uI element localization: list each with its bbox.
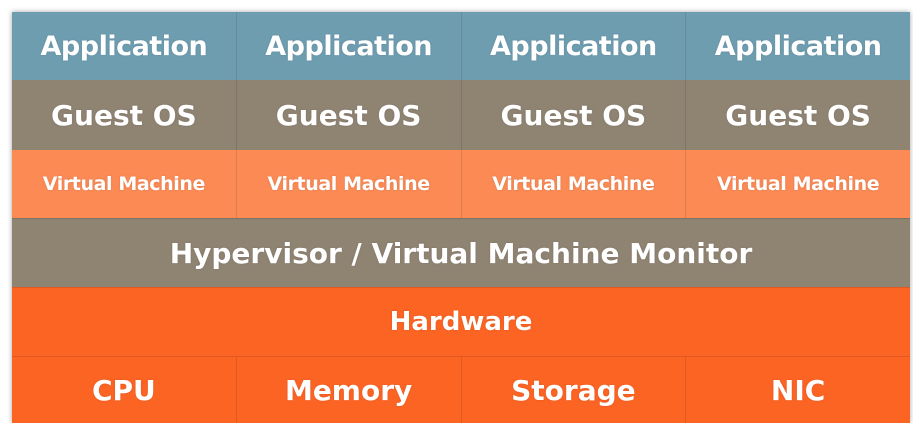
application-block: Application	[265, 30, 432, 62]
storage-block: Storage	[511, 373, 636, 407]
guest-os-block: Guest OS	[275, 98, 422, 132]
hypervisor-label: Hypervisor / Virtual Machine Monitor	[169, 236, 753, 270]
virtual-machine-block: Virtual Machine	[267, 173, 430, 195]
cpu-block: CPU	[91, 373, 156, 407]
guest-os-block: Guest OS	[725, 98, 871, 132]
hardware-layer: Hardware	[12, 287, 910, 356]
nic-block: NIC	[770, 373, 826, 407]
virtual-machine-block: Virtual Machine	[716, 173, 880, 195]
virtual-machine-layer: Virtual Machine Virtual Machine Virtual …	[12, 150, 910, 218]
virtual-machine-block: Virtual Machine	[492, 173, 655, 195]
application-block: Application	[40, 30, 208, 62]
application-layer: Application Application Application Appl…	[12, 12, 910, 80]
virtualization-stack-diagram: Application Application Application Appl…	[12, 12, 910, 423]
guest-os-block: Guest OS	[500, 98, 647, 132]
application-block: Application	[714, 30, 882, 62]
hypervisor-layer: Hypervisor / Virtual Machine Monitor	[12, 218, 910, 287]
application-block: Application	[490, 30, 657, 62]
memory-block: Memory	[284, 373, 413, 407]
virtual-machine-block: Virtual Machine	[42, 173, 206, 195]
hardware-components-layer: CPU Memory Storage NIC	[12, 356, 910, 423]
guest-os-layer: Guest OS Guest OS Guest OS Guest OS	[12, 80, 910, 150]
guest-os-block: Guest OS	[51, 98, 197, 132]
hardware-label: Hardware	[389, 307, 533, 337]
